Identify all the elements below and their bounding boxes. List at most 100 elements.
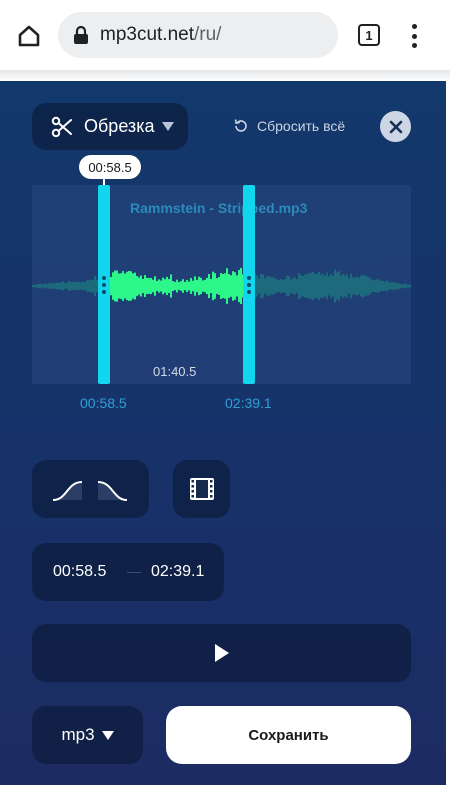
save-button[interactable]: Сохранить	[166, 706, 411, 764]
waveform-bar	[130, 271, 132, 301]
waveform-bar	[232, 271, 234, 301]
waveform-bar	[188, 281, 190, 291]
mode-label: Обрезка	[84, 116, 155, 136]
waveform-bar	[224, 273, 226, 299]
waveform-bar	[238, 270, 240, 303]
waveform-bar	[90, 279, 92, 293]
waveform-bar	[296, 279, 298, 293]
home-button[interactable]	[14, 21, 44, 51]
waveform-bar	[280, 278, 282, 294]
waveform-bar	[386, 280, 388, 292]
waveform-bar	[388, 282, 390, 290]
address-bar[interactable]: mp3cut.net/ru/	[58, 12, 338, 58]
waveform-bar	[258, 278, 260, 294]
waveform-bar	[278, 279, 280, 293]
waveform-bar	[142, 278, 144, 293]
waveform-bar	[390, 282, 392, 290]
mode-dropdown-button[interactable]: Обрезка	[32, 103, 188, 150]
waveform-bar	[148, 278, 150, 294]
more-vert-icon[interactable]	[404, 22, 424, 50]
fade-button[interactable]	[32, 460, 149, 518]
waveform-bar	[368, 277, 370, 295]
waveform-bar	[364, 275, 366, 297]
waveform-bar	[256, 275, 258, 297]
chevron-down-icon	[101, 730, 114, 740]
waveform-bar	[336, 272, 338, 300]
waveform-bar	[372, 280, 374, 292]
reset-all-button[interactable]: Сбросить всё	[233, 115, 345, 137]
waveform-bar	[284, 279, 286, 293]
waveform-bar	[338, 271, 340, 301]
tooltip-stem	[103, 179, 105, 185]
file-name: Rammstein - Stripped.mp3	[130, 200, 308, 216]
waveform-bar	[356, 276, 358, 296]
waveform-bar	[194, 276, 196, 296]
waveform-bar	[370, 278, 372, 294]
waveform-bar	[314, 274, 316, 298]
waveform-bar	[326, 272, 328, 300]
waveform-bar	[176, 279, 178, 293]
waveform-bar	[198, 276, 200, 296]
waveform-bar	[86, 280, 88, 292]
waveform-bar	[260, 273, 262, 299]
waveform-bar	[92, 279, 94, 293]
waveform-bar	[134, 272, 136, 300]
waveform-bar	[184, 281, 186, 291]
waveform-bar	[94, 276, 96, 296]
waveform-bar	[316, 273, 318, 299]
url-host: mp3cut.net	[100, 24, 194, 45]
start-handle[interactable]	[98, 185, 110, 384]
waveform-bar	[32, 284, 34, 288]
waveform-bar	[362, 274, 364, 298]
waveform-bar	[276, 279, 278, 293]
lock-icon	[72, 25, 90, 45]
waveform-bar	[116, 270, 118, 302]
end-handle[interactable]	[243, 185, 255, 384]
time-range	[32, 543, 224, 601]
play-button[interactable]	[32, 624, 411, 682]
waveform-bar	[328, 276, 330, 296]
reset-label: Сбросить всё	[257, 118, 346, 134]
waveform-bar	[88, 280, 90, 292]
waveform-bar	[162, 277, 164, 295]
waveform-bar	[234, 272, 236, 300]
tab-switcher-button[interactable]: 1	[358, 24, 380, 46]
waveform-bar	[406, 284, 408, 288]
url-path: /ru/	[194, 24, 222, 45]
page-edge	[446, 81, 450, 785]
waveform-bar	[404, 283, 406, 289]
grip-icon	[247, 276, 251, 294]
reset-icon	[234, 119, 247, 132]
waveform-bar	[340, 275, 342, 297]
url-text: mp3cut.net/ru/	[100, 24, 221, 46]
waveform-bar	[174, 281, 176, 291]
waveform-bar	[192, 280, 194, 292]
start-time-input[interactable]	[53, 563, 117, 581]
waveform-bar	[374, 279, 376, 293]
waveform-bar	[272, 277, 274, 295]
waveform-bar	[132, 273, 134, 299]
waveform-bar	[54, 283, 56, 289]
end-time-input[interactable]	[151, 563, 215, 581]
waveform-bar	[270, 277, 272, 295]
waveform-bar	[120, 273, 122, 299]
close-button[interactable]	[380, 111, 411, 142]
waveform-bar	[118, 273, 120, 299]
waveform-bar	[380, 281, 382, 292]
waveform-bar	[312, 272, 314, 300]
waveform-bar	[136, 276, 138, 297]
waveform-bar	[166, 276, 168, 296]
waveform-bar	[208, 274, 210, 299]
waveform-bar	[178, 282, 180, 290]
waveform-bar	[70, 282, 72, 291]
waveform-bar	[322, 273, 324, 299]
home-icon	[18, 25, 40, 47]
video-button[interactable]	[173, 460, 230, 518]
waveform-bar	[382, 280, 384, 292]
waveform-bar	[204, 279, 206, 293]
waveform-bar	[358, 277, 360, 295]
format-dropdown[interactable]: mp3	[32, 706, 143, 764]
waveform-bar	[124, 273, 126, 299]
fade-in-icon	[52, 481, 128, 501]
waveform-bar	[332, 275, 334, 297]
